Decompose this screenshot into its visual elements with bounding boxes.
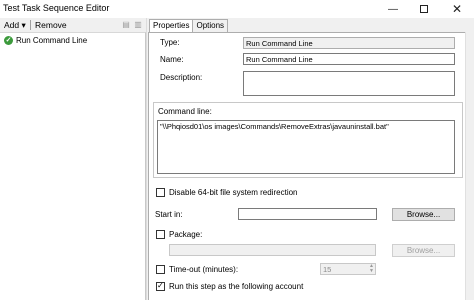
move-down-icon[interactable]: ▥ xyxy=(134,21,142,29)
name-field[interactable]: Run Command Line xyxy=(243,53,455,65)
toolbar: Add ▾ Remove ▤ ▥ xyxy=(0,18,146,32)
minimize-icon: — xyxy=(388,3,398,15)
timeout-checkbox[interactable] xyxy=(156,265,165,274)
remove-button[interactable]: Remove xyxy=(35,20,67,30)
package-browse-button[interactable]: Browse... xyxy=(392,244,455,257)
package-checkbox[interactable] xyxy=(156,230,165,239)
minimize-button[interactable]: — xyxy=(378,0,408,18)
tree-item-run-command-line[interactable]: ✓ Run Command Line xyxy=(4,36,87,45)
check-circle-icon: ✓ xyxy=(4,36,13,45)
start-in-field[interactable] xyxy=(238,208,377,220)
toolbar-separator xyxy=(30,20,31,30)
tab-properties[interactable]: Properties xyxy=(149,19,194,33)
package-label: Package: xyxy=(169,230,203,239)
description-field[interactable] xyxy=(243,71,455,96)
window-title: Test Task Sequence Editor xyxy=(3,3,110,13)
close-icon: ✕ xyxy=(451,2,463,16)
move-up-icon[interactable]: ▤ xyxy=(122,21,130,29)
description-label: Description: xyxy=(160,73,203,82)
timeout-value: 15 xyxy=(323,265,332,274)
package-field[interactable] xyxy=(169,244,376,256)
vertical-scrollbar[interactable] xyxy=(465,32,474,300)
spinner-arrows-icon[interactable]: ▲ ▼ xyxy=(369,264,374,274)
maximize-icon xyxy=(420,5,428,13)
dropdown-arrow-icon: ▾ xyxy=(21,20,26,30)
type-field: Run Command Line xyxy=(243,37,455,49)
disable-64bit-label: Disable 64-bit file system redirection xyxy=(169,188,298,197)
task-sequence-tree: ✓ Run Command Line xyxy=(0,32,146,300)
timeout-label: Time-out (minutes): xyxy=(169,265,239,274)
title-bar: Test Task Sequence Editor — ✕ xyxy=(0,0,474,18)
start-in-browse-button[interactable]: Browse... xyxy=(392,208,455,221)
maximize-button[interactable] xyxy=(409,0,439,18)
command-line-label: Command line: xyxy=(158,107,212,116)
start-in-label: Start in: xyxy=(155,210,183,219)
type-label: Type: xyxy=(160,38,180,47)
command-line-field[interactable]: "\\Phqiosd01\os images\Commands\RemoveEx… xyxy=(157,120,455,174)
close-button[interactable]: ✕ xyxy=(440,0,474,18)
add-menu-button[interactable]: Add ▾ xyxy=(4,20,26,31)
tree-item-label: Run Command Line xyxy=(16,36,88,45)
add-label: Add xyxy=(4,20,20,30)
run-as-checkbox[interactable] xyxy=(156,281,165,291)
tab-strip: Properties Options xyxy=(149,19,229,33)
tab-options[interactable]: Options xyxy=(192,19,229,32)
timeout-spinner[interactable]: 15 ▲ ▼ xyxy=(320,263,376,275)
run-as-label: Run this step as the following account xyxy=(169,282,304,291)
disable-64bit-checkbox[interactable] xyxy=(156,188,165,197)
name-label: Name: xyxy=(160,55,184,64)
